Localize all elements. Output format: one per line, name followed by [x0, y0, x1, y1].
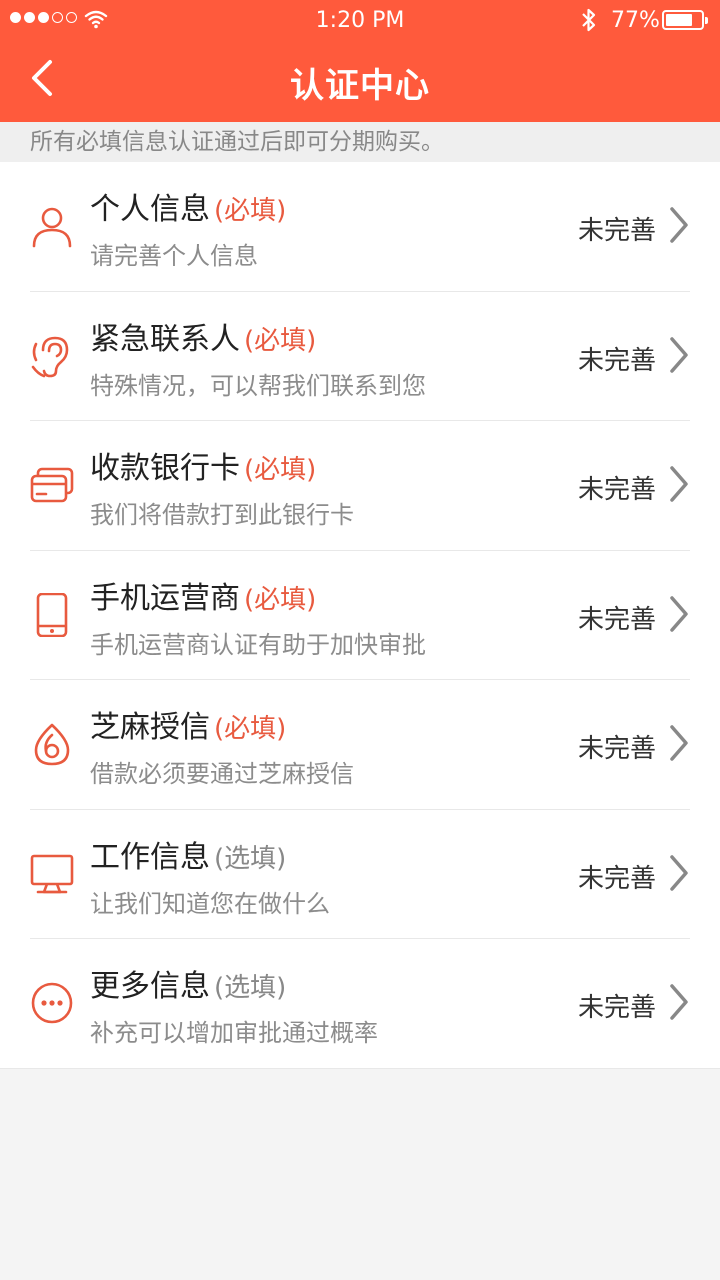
item-tag: (必填) [244, 325, 317, 356]
bank-card-icon [30, 467, 74, 503]
page-title: 认证中心 [290, 66, 430, 106]
item-status: 未完善 [577, 475, 656, 505]
list-item-work-info[interactable]: 工作信息 (选填) 让我们知道您在做什么 未完善 [0, 810, 720, 939]
item-subtitle: 特殊情况，可以帮我们联系到您 [90, 371, 426, 400]
list-item-more-info[interactable]: 更多信息 (选填) 补充可以增加审批通过概率 未完善 [0, 939, 720, 1069]
item-status: 未完善 [577, 216, 656, 246]
verification-list: 个人信息 (必填) 请完善个人信息 未完善 紧急联系人 (必填) 特殊情况，可以帮我… [0, 162, 720, 1069]
chevron-right-icon [670, 336, 688, 373]
more-icon [31, 982, 73, 1024]
item-title: 更多信息 (选填) [90, 969, 287, 1004]
item-tag: (必填) [214, 714, 287, 744]
list-item-personal-info[interactable]: 个人信息 (必填) 请完善个人信息 未完善 [0, 162, 720, 292]
item-tag: (必填) [244, 455, 317, 485]
item-subtitle: 让我们知道您在做什么 [90, 889, 330, 918]
status-bar: 1:20 PM 77% [0, 0, 720, 40]
notice-text: 所有必填信息认证通过后即可分期购买。 [0, 122, 720, 162]
item-title: 紧急联系人 (必填) [90, 321, 317, 357]
chevron-right-icon [670, 984, 688, 1020]
phone-icon [36, 592, 68, 637]
list-item-bank-card[interactable]: 收款银行卡 (必填) 我们将借款打到此银行卡 未完善 [0, 421, 720, 551]
item-subtitle: 我们将借款打到此银行卡 [90, 501, 354, 529]
chevron-right-icon [670, 466, 688, 502]
ear-icon [31, 336, 69, 377]
item-title: 工作信息 (选填) [90, 839, 287, 875]
item-title: 手机运营商 (必填) [90, 580, 317, 616]
item-tag: (必填) [214, 196, 287, 226]
item-status: 未完善 [577, 993, 656, 1023]
item-status: 未完善 [577, 734, 656, 764]
header: 1:20 PM 77% 认证中心 [0, 0, 720, 122]
person-icon [32, 207, 72, 248]
monitor-icon [30, 854, 74, 893]
sesame-icon [34, 723, 70, 766]
list-item-sesame-credit[interactable]: 芝麻授信 (必填) 借款必须要通过芝麻授信 未完善 [0, 680, 720, 810]
item-tag: (选填) [214, 843, 287, 874]
battery-icon [662, 10, 708, 30]
item-subtitle: 手机运营商认证有助于加快审批 [90, 630, 426, 659]
chevron-right-icon [670, 207, 688, 243]
item-subtitle: 借款必须要通过芝麻授信 [90, 760, 354, 788]
item-tag: (选填) [214, 973, 287, 1003]
item-title: 芝麻授信 (必填) [90, 710, 287, 745]
item-status: 未完善 [577, 863, 656, 894]
item-title: 个人信息 (必填) [90, 192, 287, 227]
item-subtitle: 补充可以增加审批通过概率 [90, 1019, 378, 1047]
bluetooth-icon [582, 8, 596, 32]
chevron-right-icon [670, 725, 688, 761]
item-tag: (必填) [244, 584, 317, 615]
item-status: 未完善 [577, 345, 656, 376]
chevron-right-icon [670, 854, 688, 891]
divider [0, 1067, 720, 1069]
item-title: 收款银行卡 (必填) [90, 451, 317, 486]
chevron-right-icon [670, 595, 688, 632]
list-item-emergency-contact[interactable]: 紧急联系人 (必填) 特殊情况，可以帮我们联系到您 未完善 [0, 292, 720, 421]
item-status: 未完善 [577, 604, 656, 635]
item-subtitle: 请完善个人信息 [90, 242, 258, 270]
battery-percent: 77% [611, 8, 660, 33]
list-item-mobile-carrier[interactable]: 手机运营商 (必填) 手机运营商认证有助于加快审批 未完善 [0, 551, 720, 680]
